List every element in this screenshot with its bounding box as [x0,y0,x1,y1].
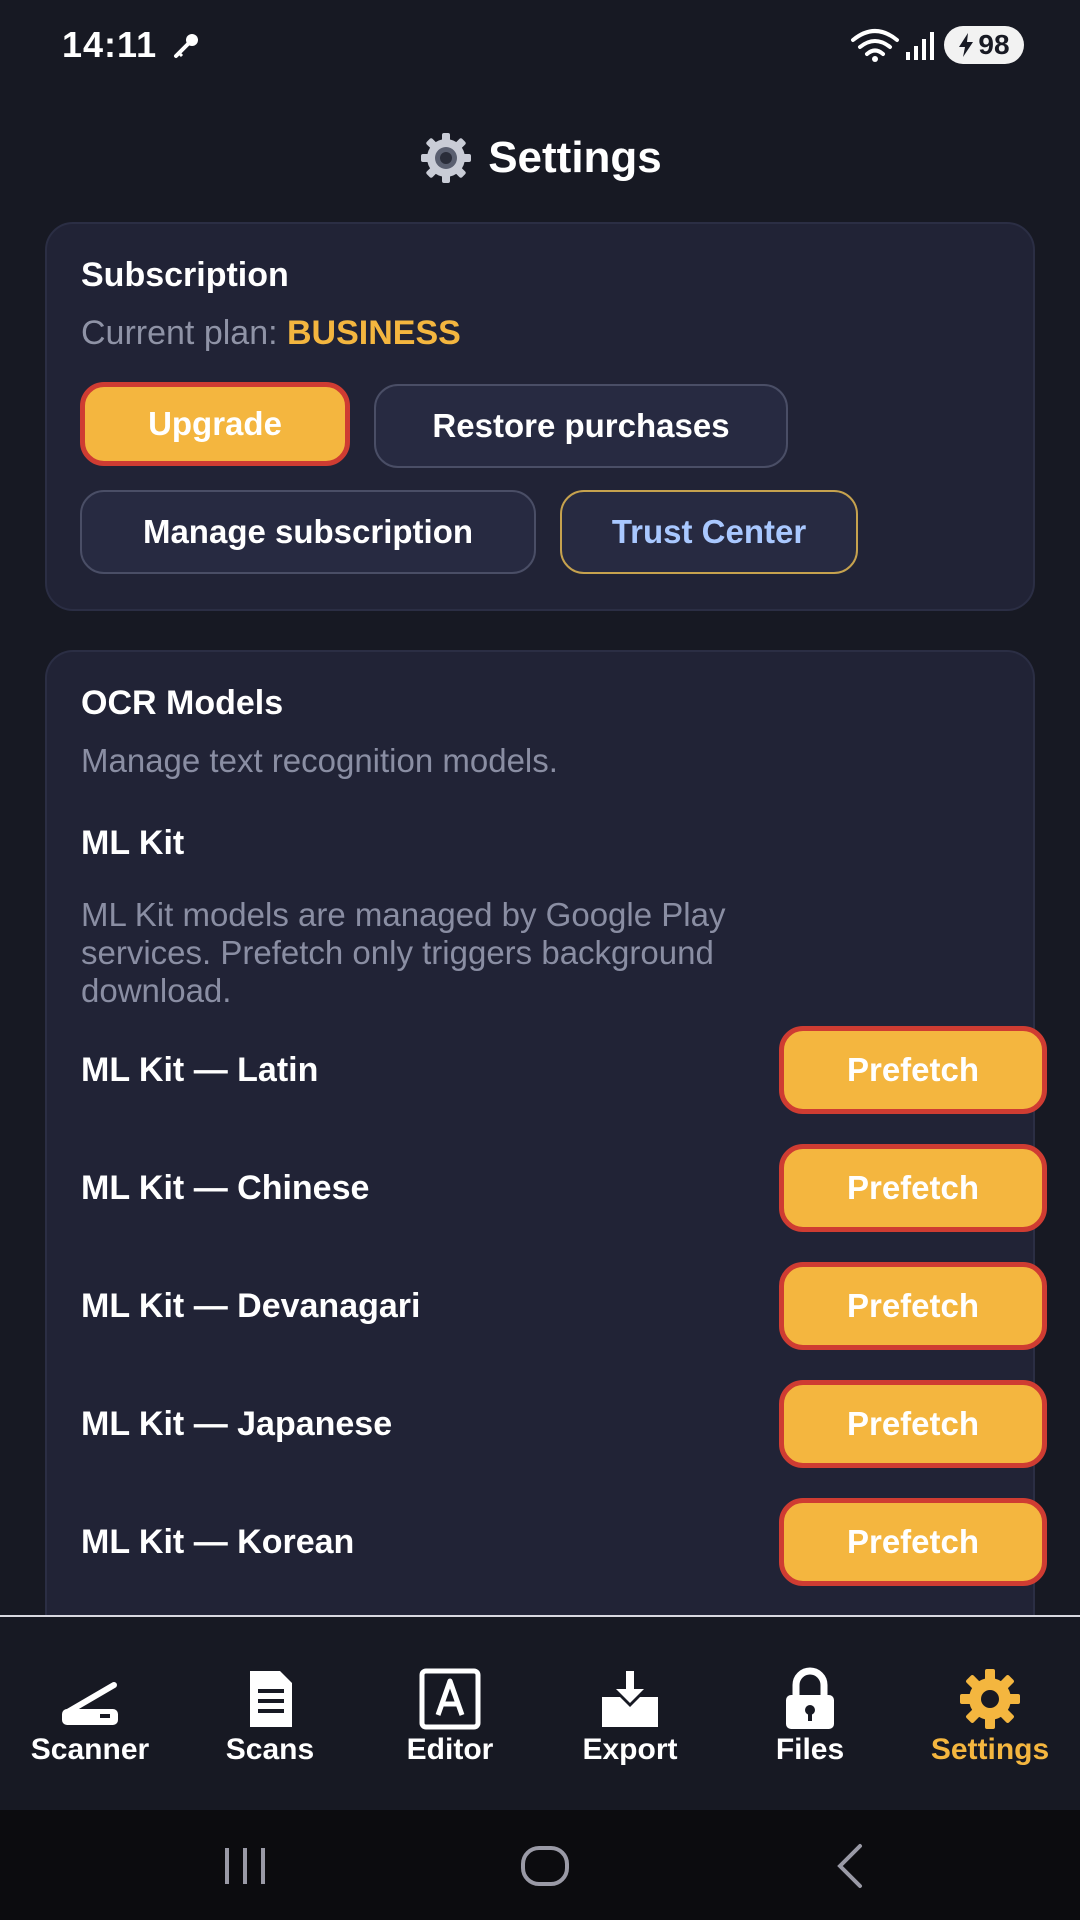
recent-apps-icon[interactable] [215,1838,275,1894]
ocr-models-description: Manage text recognition models. [81,742,558,779]
export-icon [602,1671,658,1727]
key-icon [174,34,198,58]
model-row-devanagari: ML Kit — Devanagari Prefetch [81,1262,1047,1350]
subscription-title: Subscription [81,256,289,294]
plan-value: BUSINESS [287,314,461,352]
nav-scanner[interactable]: Scanner [0,1617,180,1807]
charging-bolt-icon [959,33,974,57]
prefetch-button[interactable]: Prefetch [779,1144,1047,1232]
current-plan: Current plan: BUSINESS [81,314,461,353]
model-row-chinese: ML Kit — Chinese Prefetch [81,1144,1047,1232]
model-row-korean: ML Kit — Korean Prefetch [81,1498,1047,1586]
mlkit-description-line: download. [81,972,232,1009]
ocr-models-title: OCR Models [81,684,284,722]
status-bar: 14:11 98 [0,0,1080,90]
nav-label: Scanner [30,1733,150,1766]
upgrade-button[interactable]: Upgrade [80,382,350,466]
nav-settings[interactable]: Settings [900,1617,1080,1807]
nav-editor[interactable]: Editor [360,1617,540,1807]
mlkit-description-line: services. Prefetch only triggers backgro… [81,934,714,971]
restore-purchases-button[interactable]: Restore purchases [374,384,788,468]
nav-label: Editor [406,1733,494,1766]
model-row-latin: ML Kit — Latin Prefetch [81,1026,1047,1114]
settings-screen: 14:11 98 Settings Subscription Current p… [0,0,1080,1920]
trust-center-button[interactable]: Trust Center [560,490,858,574]
home-icon[interactable] [515,1838,575,1894]
nav-label: Export [582,1733,678,1766]
nav-label: Files [775,1733,845,1766]
page-header: Settings [0,128,1080,188]
plan-label: Current plan: [81,314,278,352]
mlkit-title: ML Kit [81,824,185,862]
gear-icon [421,133,472,183]
document-icon [250,1671,292,1727]
nav-label: Scans [225,1733,315,1766]
mlkit-description-line: ML Kit models are managed by Google Play [81,896,726,933]
system-navigation-bar [0,1810,1080,1920]
editor-icon [419,1668,481,1730]
model-label: ML Kit — Korean [81,1523,355,1561]
gear-icon [960,1669,1020,1729]
signal-icon [906,32,934,60]
model-label: ML Kit — Chinese [81,1169,370,1207]
ocr-models-card: OCR Models Manage text recognition model… [45,650,1047,1660]
wifi-icon [851,29,899,62]
battery-level: 98 [978,29,1010,60]
back-icon[interactable] [820,1838,880,1894]
page-title: Settings [488,133,662,182]
model-label: ML Kit — Devanagari [81,1287,421,1325]
bottom-navigation: Scanner Scans Editor Export Files Settin… [0,1615,1080,1810]
manage-subscription-button[interactable]: Manage subscription [80,490,536,574]
prefetch-button[interactable]: Prefetch [779,1498,1047,1586]
prefetch-button[interactable]: Prefetch [779,1262,1047,1350]
status-time: 14:11 [62,24,158,65]
model-row-japanese: ML Kit — Japanese Prefetch [81,1380,1047,1468]
scanner-icon [62,1682,118,1725]
model-label: ML Kit — Japanese [81,1405,393,1443]
prefetch-button[interactable]: Prefetch [779,1026,1047,1114]
nav-scans[interactable]: Scans [180,1617,360,1807]
nav-label: Settings [930,1733,1050,1766]
model-label: ML Kit — Latin [81,1051,319,1089]
subscription-card: Subscription Current plan: BUSINESS Upgr… [45,222,1035,611]
lock-icon [786,1667,834,1729]
mlkit-description: ML Kit models are managed by Google Play… [81,896,725,1010]
battery-indicator: 98 [944,26,1024,64]
prefetch-button[interactable]: Prefetch [779,1380,1047,1468]
nav-export[interactable]: Export [540,1617,720,1807]
nav-files[interactable]: Files [720,1617,900,1807]
